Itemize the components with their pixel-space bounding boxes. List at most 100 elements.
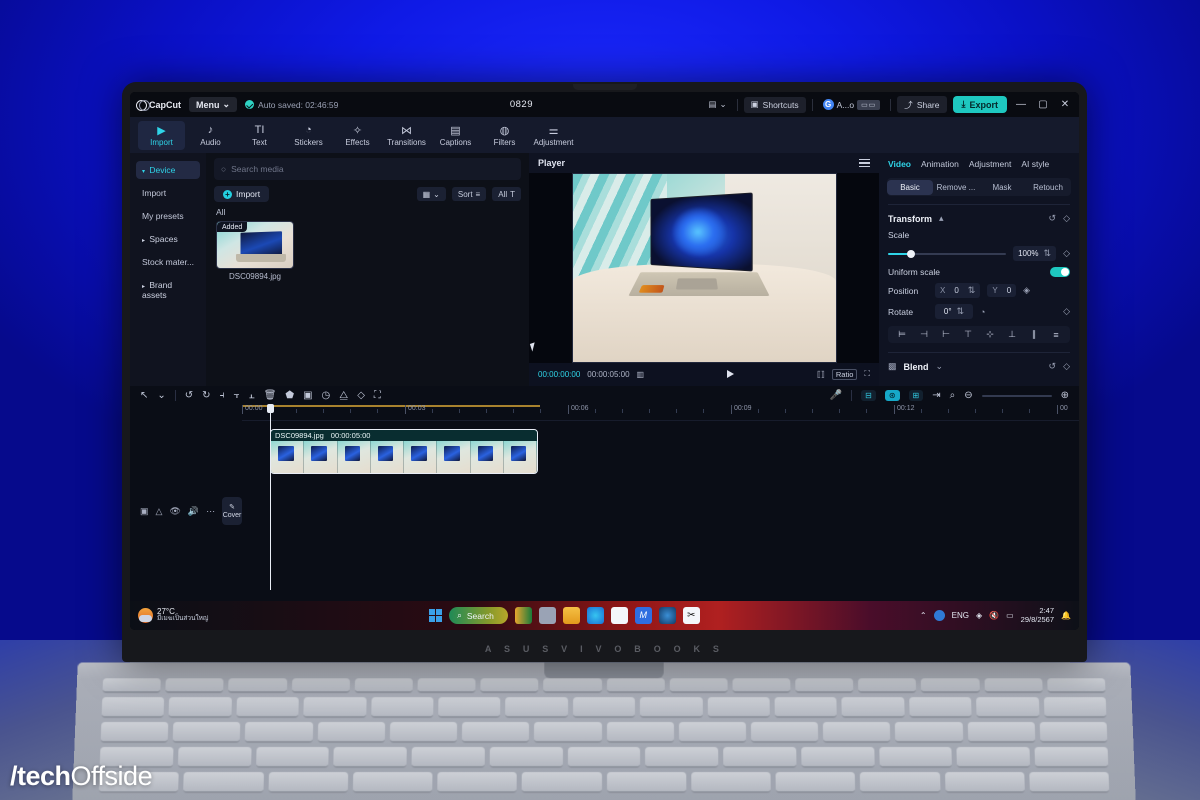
align-bottom-icon[interactable]: ⊥ (1002, 329, 1022, 340)
shortcuts-button[interactable]: ▣ Shortcuts (743, 96, 806, 113)
fullscreen-icon[interactable]: ⛶ (864, 369, 870, 379)
scale-keyframe-icon[interactable]: ◇ (1063, 248, 1070, 259)
scale-slider[interactable] (888, 249, 1007, 258)
preview-canvas[interactable] (571, 172, 837, 363)
onedrive-icon[interactable] (933, 610, 945, 621)
align-center-v-icon[interactable]: ⊹ (980, 329, 1000, 340)
rotate-tool-icon[interactable]: ◇ (357, 390, 365, 401)
reset-icon[interactable]: ↺ (1049, 213, 1057, 224)
distribute-h-icon[interactable]: ∥ (1024, 329, 1044, 340)
sidebar-item-device[interactable]: ▾ Device (136, 161, 200, 179)
delete-icon[interactable]: 🗑 (264, 390, 277, 401)
sort-button[interactable]: Sort ≡ (451, 187, 487, 201)
tab-transitions[interactable]: ⋈ Transitions (383, 121, 430, 150)
track-mute-icon[interactable]: 🔊 (188, 506, 199, 517)
notification-icon[interactable]: 🔔 (1061, 611, 1071, 620)
language-indicator[interactable]: ENG (952, 611, 969, 620)
app-thai-icon[interactable] (514, 607, 532, 624)
view-mode-button[interactable]: ▦ ⌄ (416, 187, 446, 201)
track-lock-icon[interactable]: △ (156, 506, 163, 517)
close-button[interactable]: ✕ (1057, 99, 1073, 110)
speed-icon[interactable]: ◷ (322, 390, 331, 401)
keyframe-icon[interactable]: ◇ (1063, 213, 1070, 224)
capcut-icon[interactable]: ✂ (682, 607, 700, 624)
media-thumbnail[interactable]: Added (216, 221, 294, 269)
player-menu-icon[interactable] (859, 158, 870, 167)
subtab-retouch[interactable]: Retouch (1025, 180, 1071, 195)
account-button[interactable]: G A...o ▭▭ (819, 97, 885, 112)
grid-icon[interactable]: ▥ (637, 370, 645, 379)
timeline-zoom-slider[interactable] (981, 394, 1052, 397)
sidebar-item-brand-assets[interactable]: ▸ Brand assets (136, 276, 200, 304)
preview-scale-icon[interactable]: ⌕ (950, 390, 956, 401)
volume-icon[interactable]: 🔇 (989, 611, 999, 620)
crop-icon[interactable]: ⛶ (374, 390, 381, 401)
tab-filters[interactable]: ◍ Filters (481, 121, 528, 150)
stepper-icon[interactable]: ⇅ (968, 285, 976, 296)
freeze-icon[interactable]: ⬟ (285, 390, 294, 401)
sidebar-item-import[interactable]: Import (136, 184, 200, 202)
blend-section-header[interactable]: ▩ Blend ⌄ ↺ ◇ (879, 358, 1079, 375)
media-item[interactable]: Added DSC09894.jpg (216, 221, 294, 281)
tab-import[interactable]: ▶ Import (138, 120, 185, 150)
edge-icon[interactable] (586, 607, 604, 624)
track-type-icon[interactable]: ▣ (140, 506, 149, 517)
auto-cut-icon[interactable]: ⊟ (861, 390, 876, 401)
keyframe-track-icon[interactable]: ⊞ (908, 390, 924, 401)
smart-edit-icon[interactable]: ⊛ (884, 390, 900, 401)
scale-slider-knob[interactable] (906, 249, 915, 258)
microphone-icon[interactable]: 🎤 (830, 390, 842, 401)
menu-button[interactable]: Menu ⌄ (189, 97, 238, 112)
file-explorer-icon[interactable] (562, 607, 580, 624)
tab-captions[interactable]: ▤ Captions (432, 121, 479, 150)
tab-audio[interactable]: ♪ Audio (187, 121, 234, 150)
tab-adjustment-prop[interactable]: Adjustment (969, 159, 1012, 169)
rotate-value-input[interactable]: 0° ⇅ (935, 304, 973, 319)
zoom-out-icon[interactable]: ⊖ (964, 390, 972, 401)
tab-text[interactable]: TI Text (236, 121, 283, 150)
transform-section-header[interactable]: Transform ▴ ↺ ◇ (879, 210, 1079, 227)
ratio-button[interactable]: Ratio (831, 368, 858, 380)
store-icon[interactable] (610, 607, 628, 624)
import-button[interactable]: + Import (214, 186, 270, 202)
snap-icon[interactable]: ⇥ (932, 390, 940, 401)
position-x-input[interactable]: X 0 ⇅ (935, 283, 981, 298)
windows-start-icon[interactable] (428, 608, 443, 623)
steam-icon[interactable] (658, 607, 676, 624)
tab-adjustment[interactable]: ⚌ Adjustment (530, 121, 577, 150)
stepper-icon[interactable]: ⇅ (1044, 248, 1052, 259)
track-visibility-icon[interactable]: 👁 (169, 506, 180, 517)
subtab-remove-bg[interactable]: Remove ... (933, 180, 979, 195)
search-input[interactable]: ○ Search media (214, 158, 521, 180)
layout-switcher[interactable]: ▤ ⌄ (704, 97, 730, 112)
filter-button[interactable]: All T (492, 187, 521, 201)
tab-video[interactable]: Video (888, 159, 911, 169)
align-center-h-icon[interactable]: ⊣ (914, 329, 934, 340)
distribute-v-icon[interactable]: ≡ (1046, 330, 1066, 340)
minimize-button[interactable]: — (1013, 99, 1029, 110)
timeline-clip[interactable]: DSC09894.jpg 00:00:05:00 (270, 429, 538, 474)
playhead[interactable] (267, 404, 274, 590)
mirror-icon[interactable]: ⧋ (339, 390, 348, 401)
sidebar-item-spaces[interactable]: ▸ Spaces (136, 230, 200, 248)
select-tool-icon[interactable]: ↖ (140, 390, 148, 401)
sidebar-item-my-presets[interactable]: My presets (136, 207, 200, 225)
stepper-icon[interactable]: ⇅ (957, 306, 965, 317)
position-keyframe-icon[interactable]: ◈ (1023, 285, 1030, 296)
app-m-icon[interactable]: M (634, 607, 652, 624)
undo-icon[interactable]: ↺ (185, 390, 193, 401)
taskbar-clock[interactable]: 2:47 29/8/2567 (1021, 606, 1054, 624)
split-icon[interactable]: ⫞ (220, 390, 225, 401)
track-area[interactable]: DSC09894.jpg 00:00:05:00 (242, 404, 1079, 601)
blend-reset-icon[interactable]: ↺ (1049, 361, 1057, 372)
tab-animation[interactable]: Animation (921, 159, 959, 169)
track-more-icon[interactable]: ⋯ (206, 506, 215, 517)
tab-effects[interactable]: ✧ Effects (334, 121, 381, 150)
wifi-icon[interactable]: ◈ (976, 611, 982, 620)
trim-left-icon[interactable]: ⫟ (234, 390, 240, 401)
fit-to-screen-icon[interactable]: ⟦⟧ (817, 370, 825, 379)
cover-button[interactable]: ✎ Cover (222, 497, 242, 525)
align-left-icon[interactable]: ⊨ (892, 329, 912, 340)
crop-frame-icon[interactable]: ▣ (303, 390, 312, 401)
battery-icon[interactable]: ▭ (1006, 611, 1014, 620)
